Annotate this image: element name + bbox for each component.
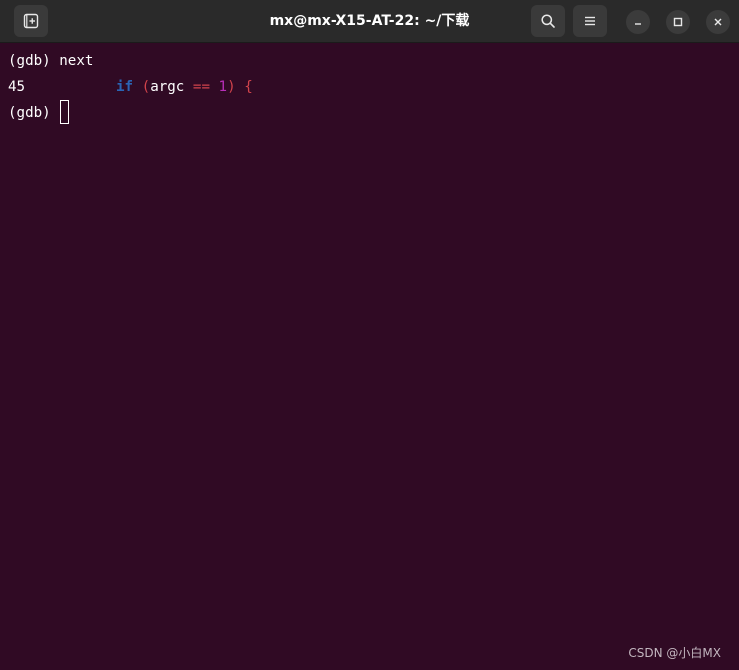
terminal-output[interactable]: (gdb) next 45 if (argc == 1) { (gdb) — [0, 43, 739, 670]
text-cursor — [60, 100, 70, 124]
close-button[interactable] — [706, 10, 730, 34]
terminal-window: mx@mx-X15-AT-22: ~/下载 (gdb) next 45 if (… — [0, 0, 739, 670]
hamburger-menu-icon — [585, 16, 595, 26]
source-line-number: 45 — [8, 79, 26, 95]
watermark: CSDN @小白MX — [628, 646, 721, 660]
gdb-command: next — [59, 53, 94, 69]
new-tab-button[interactable] — [14, 5, 48, 37]
code-operator: == — [192, 79, 210, 95]
terminal-line: (gdb) next — [8, 48, 739, 74]
search-button[interactable] — [531, 5, 565, 37]
maximize-button[interactable] — [666, 10, 690, 34]
gdb-prompt: (gdb) — [8, 105, 51, 121]
code-close-paren: ) — [227, 79, 236, 95]
search-icon — [541, 14, 555, 28]
new-tab-icon — [23, 13, 39, 29]
menu-button[interactable] — [573, 5, 607, 37]
minimize-button[interactable] — [626, 10, 650, 34]
code-keyword: if — [116, 79, 134, 95]
code-brace: { — [244, 79, 253, 95]
title-bar[interactable]: mx@mx-X15-AT-22: ~/下载 — [0, 0, 739, 43]
maximize-icon — [673, 17, 683, 27]
minimize-icon — [635, 23, 641, 25]
gdb-prompt: (gdb) — [8, 53, 51, 69]
code-variable: argc — [150, 79, 185, 95]
code-literal: 1 — [218, 79, 228, 95]
terminal-line: (gdb) — [8, 100, 739, 126]
terminal-line: 45 if (argc == 1) { — [8, 74, 739, 100]
close-icon — [714, 18, 722, 26]
code-open-paren: ( — [141, 79, 151, 95]
